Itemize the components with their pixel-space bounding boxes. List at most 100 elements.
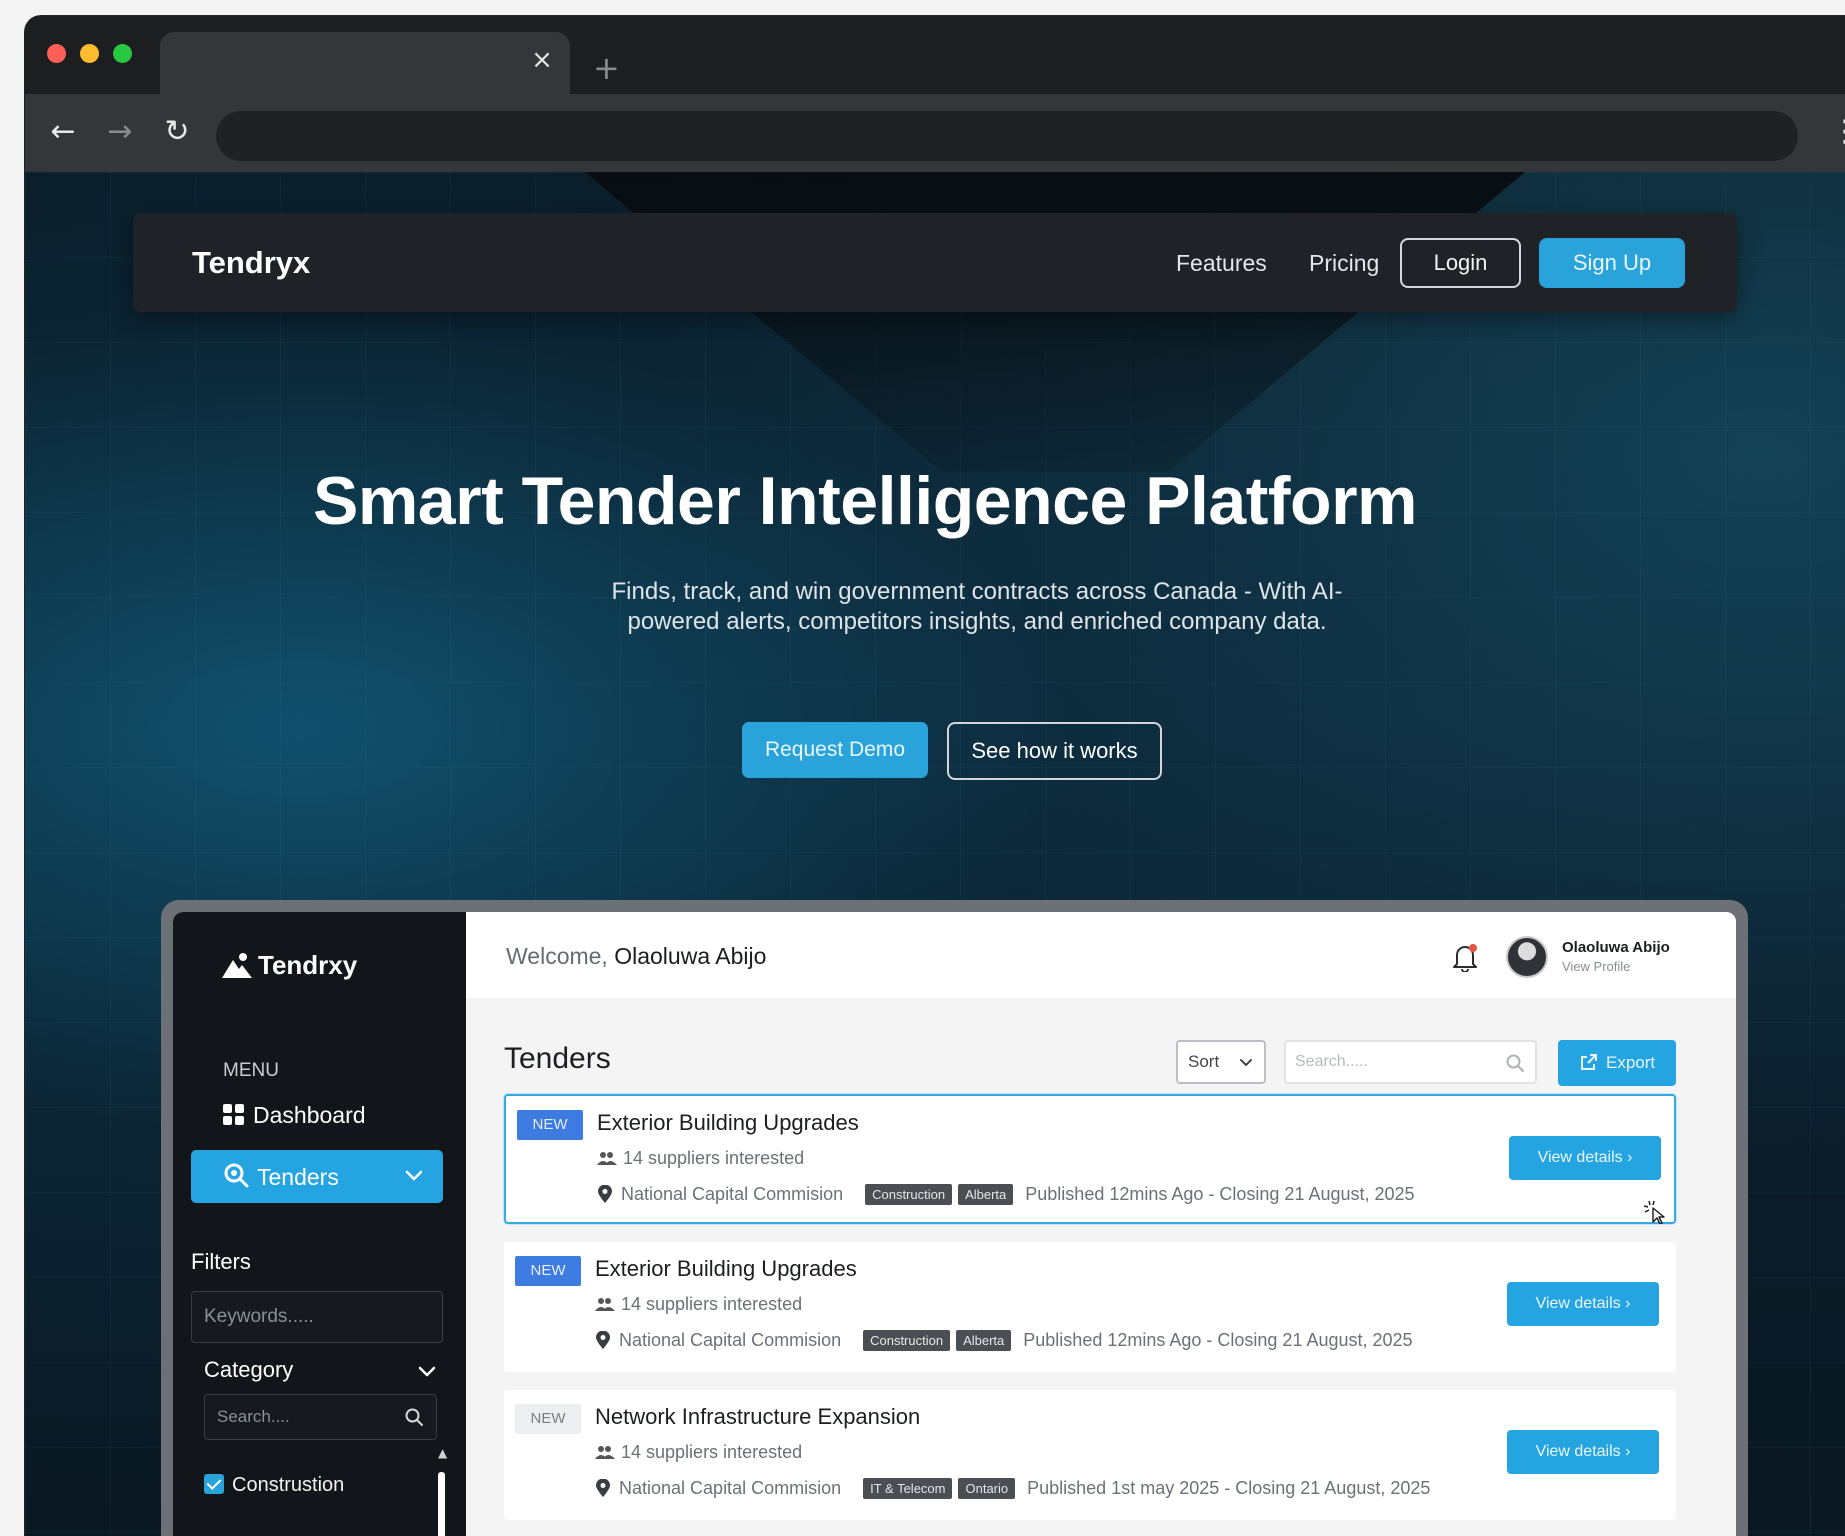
category-search-input[interactable]: Search.... <box>204 1394 437 1440</box>
view-details-button[interactable]: View details › <box>1507 1430 1659 1474</box>
tender-suppliers: 14 suppliers interested <box>595 1294 802 1315</box>
tender-org: National Capital Commision <box>621 1184 844 1204</box>
tag-chip: IT & Telecom <box>863 1478 953 1499</box>
tender-title: Network Infrastructure Expansion <box>595 1404 921 1429</box>
category-label[interactable]: Category <box>204 1357 293 1383</box>
scroll-up-icon[interactable]: ▲ <box>438 1446 447 1460</box>
tender-suppliers: 14 suppliers interested <box>597 1148 804 1169</box>
app-preview: Tendrxy MENU Dashboard Tenders Filters K… <box>173 912 1736 1536</box>
search-icon <box>405 1408 423 1426</box>
welcome-name: Olaoluwa Abijo <box>614 943 767 969</box>
users-icon <box>595 1446 615 1459</box>
welcome-prefix: Welcome, <box>506 943 608 969</box>
signup-button[interactable]: Sign Up <box>1539 238 1685 288</box>
page-title: Tenders <box>504 1042 611 1075</box>
tender-card[interactable]: NEW Exterior Building Upgrades 14 suppli… <box>504 1094 1676 1224</box>
export-button[interactable]: Export <box>1558 1040 1676 1086</box>
address-bar[interactable] <box>216 111 1798 161</box>
sidebar-item-dashboard[interactable]: Dashboard <box>223 1102 366 1129</box>
tender-meta: National Capital Commision IT & Telecom On… <box>595 1478 1430 1499</box>
new-badge: NEW <box>515 1404 581 1434</box>
tender-meta: National Capital Commision Construction Al… <box>595 1330 1413 1351</box>
browser-tab-strip: × + <box>25 16 1845 102</box>
close-window-dot[interactable] <box>47 44 66 63</box>
tender-card[interactable]: NEW Exterior Building Upgrades 14 suppli… <box>504 1242 1676 1372</box>
site-navbar: Tendryx Features Pricing Login Sign Up <box>133 213 1737 312</box>
users-icon <box>597 1152 617 1165</box>
tender-search-placeholder: Search..... <box>1295 1053 1368 1070</box>
grid-icon <box>223 1104 245 1126</box>
tag-chip: Alberta <box>958 1184 1014 1205</box>
sort-label: Sort <box>1188 1052 1220 1071</box>
category-option-label: Construstion <box>232 1474 345 1496</box>
chevron-down-icon[interactable] <box>416 1360 438 1382</box>
avatar[interactable] <box>1506 936 1548 978</box>
back-arrow-icon[interactable]: ← <box>45 114 81 150</box>
app-preview-frame: Tendrxy MENU Dashboard Tenders Filters K… <box>161 900 1748 1536</box>
new-badge: NEW <box>515 1256 581 1286</box>
browser-menu-icon[interactable]: ⋮ <box>1830 114 1845 150</box>
sidebar-item-label: Dashboard <box>253 1102 366 1128</box>
browser-tab[interactable]: × <box>160 32 570 102</box>
login-button[interactable]: Login <box>1400 238 1521 288</box>
keywords-input[interactable]: Keywords..... <box>191 1291 443 1343</box>
sidebar-item-tenders[interactable]: Tenders <box>191 1150 443 1203</box>
nav-link-features[interactable]: Features <box>1176 250 1267 277</box>
see-how-it-works-button[interactable]: See how it works <box>947 722 1162 780</box>
new-tab-icon[interactable]: + <box>593 52 620 84</box>
app-sidebar: Tendrxy MENU Dashboard Tenders Filters K… <box>173 912 466 1536</box>
tender-published: Published 12mins Ago - Closing 21 August… <box>1023 1330 1413 1350</box>
category-scrollbar[interactable] <box>438 1472 445 1536</box>
category-search-placeholder: Search.... <box>217 1407 290 1426</box>
tender-tags: Construction Alberta <box>863 1330 1017 1351</box>
reload-icon[interactable]: ↻ <box>159 114 195 150</box>
tender-title: Exterior Building Upgrades <box>597 1110 859 1135</box>
view-details-button[interactable]: View details › <box>1509 1136 1661 1180</box>
site-logo[interactable]: Tendryx <box>192 245 310 281</box>
tender-meta: National Capital Commision Construction Al… <box>597 1184 1415 1205</box>
sort-select[interactable]: Sort <box>1176 1040 1266 1084</box>
checkbox-checked-icon[interactable] <box>204 1474 224 1494</box>
tender-card[interactable]: NEW Network Infrastructure Expansion 14 … <box>504 1390 1676 1520</box>
location-pin-icon <box>596 1331 610 1349</box>
tag-chip: Construction <box>865 1184 953 1205</box>
landing-page: Tendryx Features Pricing Login Sign Up S… <box>25 172 1845 1536</box>
mountain-logo-icon <box>222 953 252 978</box>
tender-published: Published 12mins Ago - Closing 21 August… <box>1025 1184 1415 1204</box>
view-profile-link[interactable]: View Profile <box>1562 959 1630 974</box>
tender-published: Published 1st may 2025 - Closing 21 Augu… <box>1027 1478 1431 1498</box>
tender-suppliers-text: 14 suppliers interested <box>621 1294 803 1314</box>
menu-section-label: MENU <box>223 1060 279 1081</box>
search-icon <box>1506 1054 1524 1072</box>
hero-subtitle: Finds, track, and win government contrac… <box>611 578 1343 635</box>
nav-link-pricing[interactable]: Pricing <box>1309 250 1379 277</box>
tab-close-icon[interactable]: × <box>528 46 556 74</box>
view-details-button[interactable]: View details › <box>1507 1282 1659 1326</box>
chevron-down-icon <box>405 1170 423 1181</box>
tender-suppliers-text: 14 suppliers interested <box>623 1148 805 1168</box>
notification-bell-icon[interactable] <box>1451 942 1479 972</box>
screenshot-stage: × + ← → ↻ ⋮ Tendryx Features Pricing Log… <box>0 0 1845 1536</box>
tag-chip: Alberta <box>956 1330 1012 1351</box>
request-demo-button[interactable]: Request Demo <box>742 722 928 778</box>
maximize-window-dot[interactable] <box>113 44 132 63</box>
filters-heading: Filters <box>191 1249 251 1274</box>
category-option[interactable]: Construstion <box>204 1474 344 1497</box>
tender-search-input[interactable]: Search..... <box>1284 1040 1537 1084</box>
tag-chip: Construction <box>863 1330 951 1351</box>
click-cursor-icon <box>1644 1200 1665 1224</box>
welcome-message: Welcome, Olaoluwa Abijo <box>506 943 766 970</box>
forward-arrow-icon[interactable]: → <box>102 114 138 150</box>
users-icon <box>595 1298 615 1311</box>
tender-suppliers-text: 14 suppliers interested <box>621 1442 803 1462</box>
chevron-down-icon <box>1240 1059 1252 1066</box>
app-logo-text: Tendrxy <box>258 950 358 980</box>
tender-title: Exterior Building Upgrades <box>595 1256 857 1281</box>
minimize-window-dot[interactable] <box>80 44 99 63</box>
export-icon <box>1581 1054 1597 1070</box>
tag-chip: Ontario <box>958 1478 1016 1499</box>
export-label: Export <box>1606 1053 1656 1072</box>
location-pin-icon <box>596 1479 610 1497</box>
browser-window: × + ← → ↻ ⋮ Tendryx Features Pricing Log… <box>25 16 1845 1536</box>
hero-title: Smart Tender Intelligence Platform <box>312 463 1418 539</box>
